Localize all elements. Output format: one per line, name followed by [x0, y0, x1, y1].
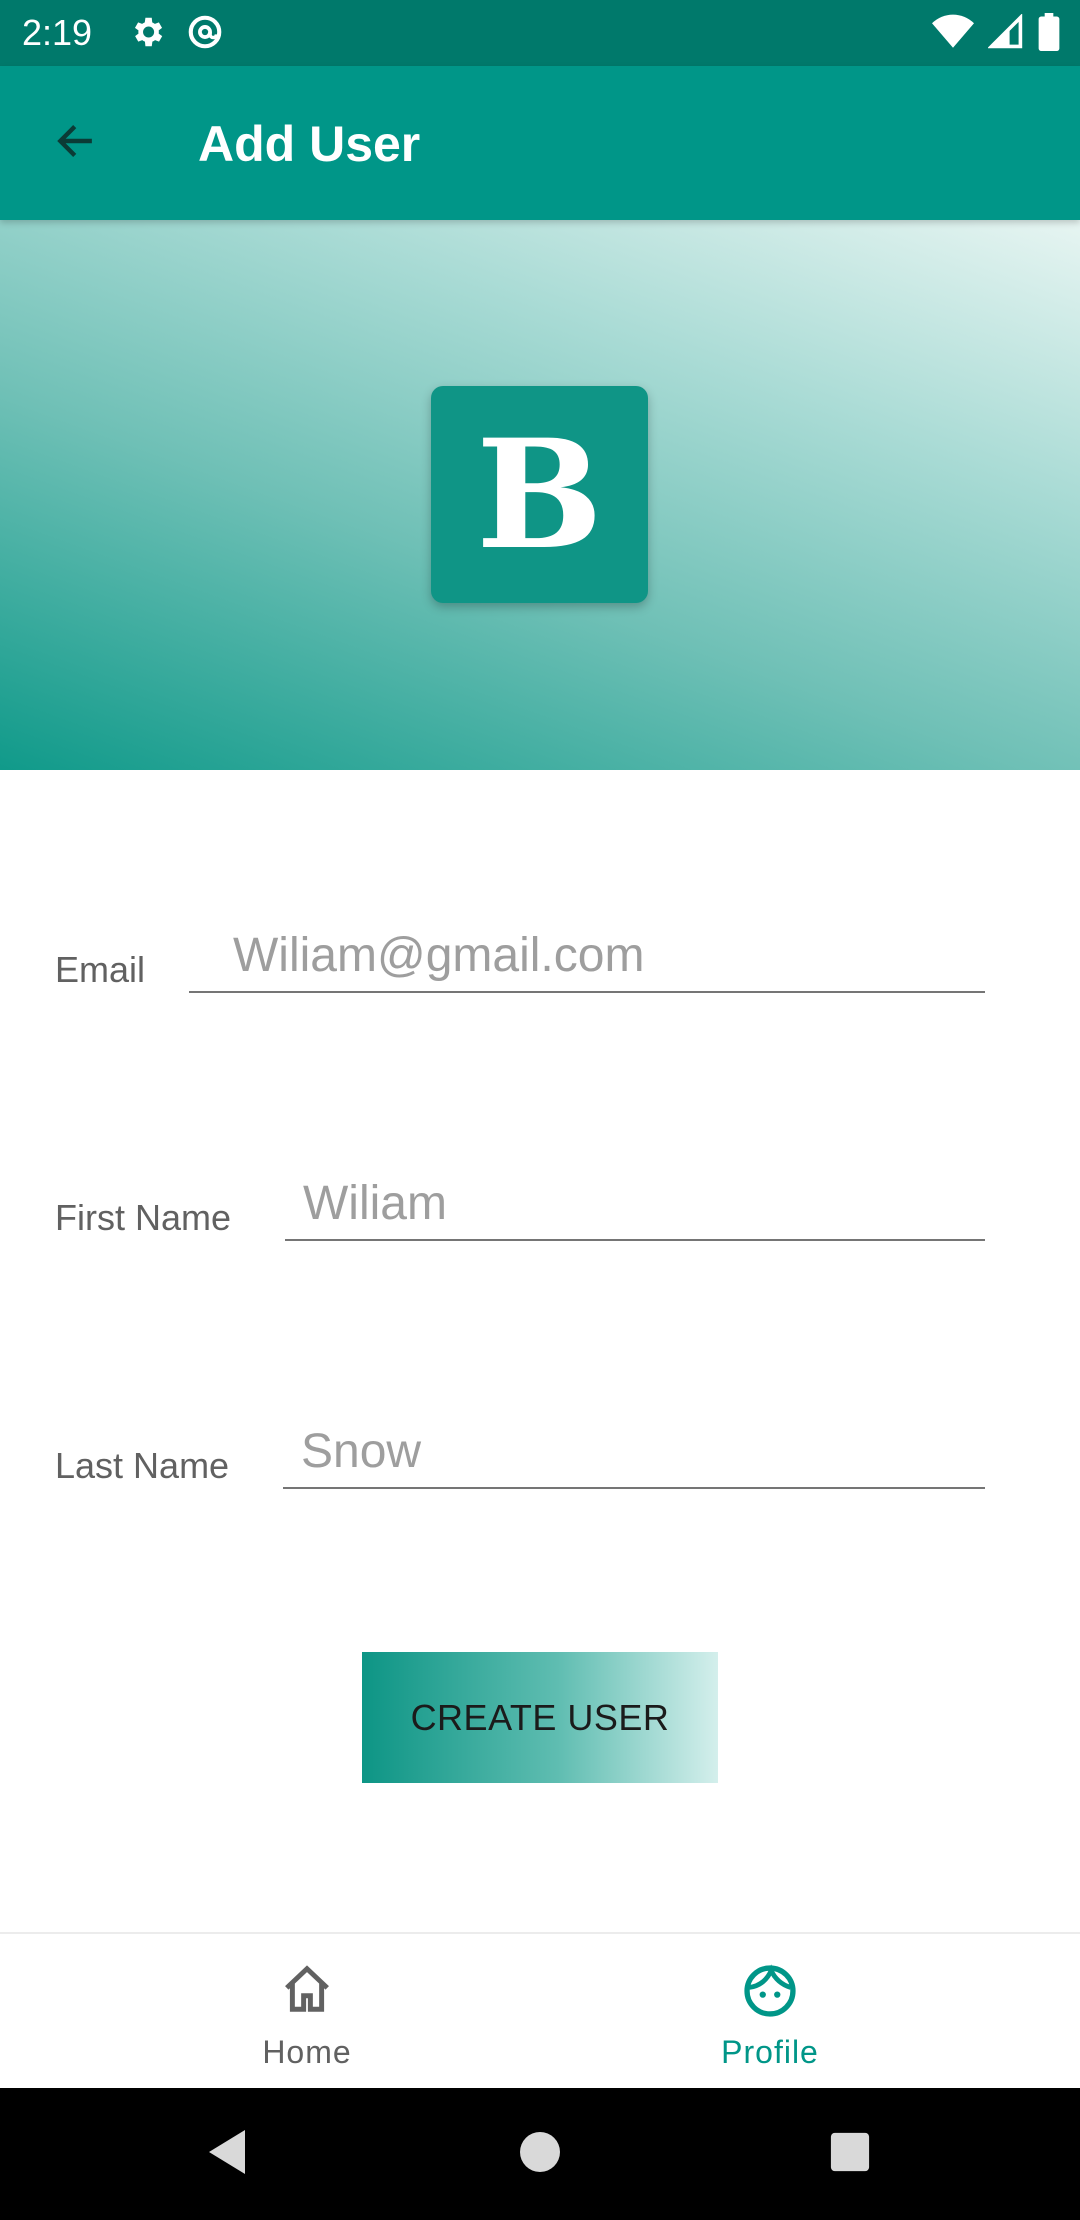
profile-face-icon — [741, 1962, 799, 2025]
first-name-field[interactable] — [285, 1175, 985, 1241]
last-name-row: Last Name — [0, 1423, 1080, 1513]
system-recents-button[interactable] — [815, 2124, 885, 2184]
status-bar: 2:19 — [0, 0, 1080, 66]
email-row: Email — [0, 927, 1080, 1017]
header-banner: B — [0, 220, 1080, 770]
app-logo: B — [431, 386, 648, 603]
email-field[interactable] — [189, 927, 985, 993]
system-back-button[interactable] — [192, 2124, 262, 2184]
arrow-back-icon — [50, 119, 100, 168]
nav-label-profile: Profile — [721, 2034, 819, 2070]
first-name-label: First Name — [55, 1197, 232, 1238]
status-icons-left — [128, 13, 224, 56]
back-button[interactable] — [40, 113, 110, 173]
system-navigation-bar — [0, 2088, 1080, 2220]
logo-letter: B — [476, 406, 603, 583]
circle-home-icon — [518, 2130, 562, 2179]
first-name-row: First Name — [0, 1175, 1080, 1265]
battery-icon — [1038, 13, 1060, 56]
app-bar: Add User — [0, 66, 1080, 220]
create-user-button[interactable]: CREATE USER — [362, 1652, 718, 1783]
nav-label-home: Home — [262, 2034, 352, 2070]
status-icons-right — [932, 13, 1060, 56]
system-home-button[interactable] — [505, 2124, 575, 2184]
page-title: Add User — [198, 116, 421, 172]
at-sign-icon — [186, 13, 224, 56]
wifi-icon — [932, 14, 974, 55]
last-name-label: Last Name — [55, 1445, 230, 1486]
nav-item-profile[interactable]: Profile — [500, 1934, 1040, 2090]
status-time: 2:19 — [22, 12, 93, 53]
email-label: Email — [55, 949, 146, 990]
nav-item-home[interactable]: Home — [37, 1934, 577, 2090]
bottom-navigation: Home Profile — [0, 1932, 1080, 2090]
triangle-back-icon — [205, 2128, 249, 2181]
square-recents-icon — [829, 2131, 871, 2178]
last-name-field[interactable] — [283, 1423, 985, 1489]
home-icon — [278, 1962, 336, 2021]
cell-signal-icon — [987, 13, 1024, 55]
settings-gear-icon — [128, 13, 166, 56]
